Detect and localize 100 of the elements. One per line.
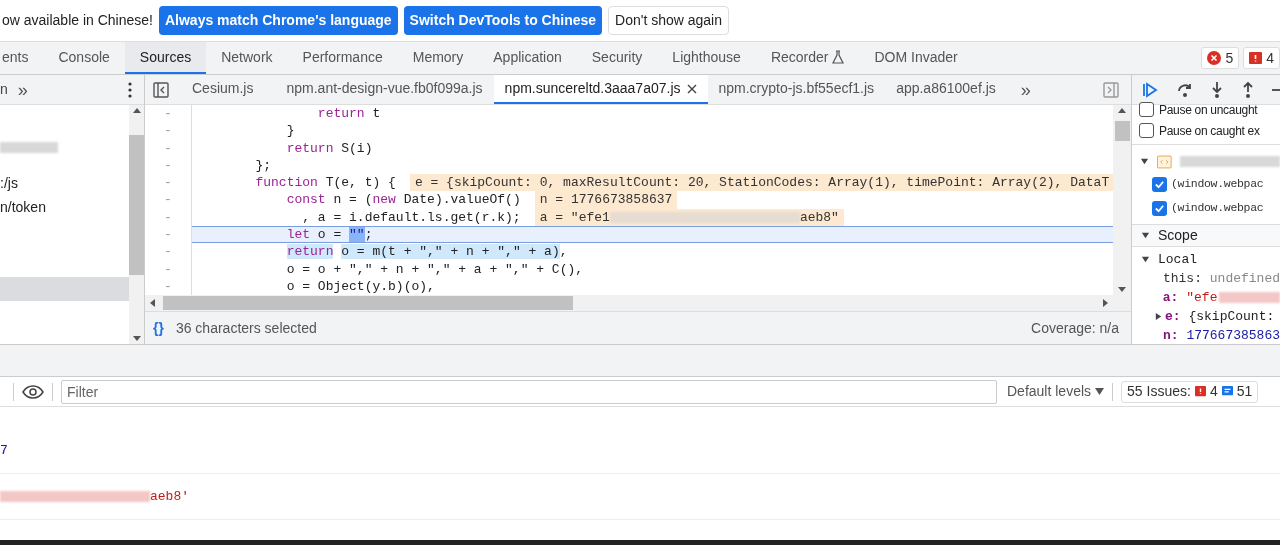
error-icon (1207, 51, 1222, 65)
code-line: o = Object(y.b)(o), (285, 277, 435, 295)
scroll-left-icon[interactable] (149, 299, 157, 307)
checkbox[interactable] (1152, 176, 1167, 192)
scrollbar-thumb[interactable] (1114, 121, 1130, 141)
error-counter[interactable]: 5 (1201, 47, 1240, 69)
step-over-icon[interactable] (1177, 81, 1193, 98)
scrollbar-thumb[interactable] (129, 134, 144, 275)
panel-tab[interactable]: DOM Invader (859, 42, 973, 74)
line-gutter-mark: - (145, 226, 191, 244)
scroll-down-icon[interactable] (1118, 285, 1126, 293)
file-tab[interactable]: npm.suncereltd.3aaa7a07.js (493, 75, 708, 104)
code-line: return S(i) (285, 139, 373, 157)
expand-triangle-icon[interactable] (1141, 255, 1150, 264)
message-icon (1221, 386, 1233, 397)
checkbox[interactable] (1139, 123, 1154, 138)
inline-value: n = 1776673858637 (534, 191, 678, 209)
issues-button[interactable]: 55 Issues: 4 51 (1121, 380, 1259, 403)
panel-tab[interactable]: Network (206, 42, 288, 74)
banner-button[interactable]: Switch DevTools to Chinese (403, 6, 603, 35)
navigator-tab[interactable]: n (0, 79, 8, 100)
scrollbar-thumb[interactable] (163, 296, 573, 310)
flag-icon (1194, 386, 1206, 397)
code-line: const n = (new Date).valueOf() (285, 191, 521, 209)
vertical-scrollbar[interactable] (129, 105, 144, 344)
scope-variable: this: undefined (1162, 269, 1280, 288)
inline-value: a = "efe1 aeb8" (534, 208, 844, 227)
code-editor[interactable] (145, 105, 1113, 295)
banner-button[interactable]: Always match Chrome's language (159, 6, 398, 35)
panel-tab[interactable]: Sources (124, 42, 207, 74)
console-message: 7 (0, 441, 8, 460)
code-line: function T(e, t) { (254, 174, 396, 192)
line-gutter-mark: - (163, 174, 173, 192)
more-tabs-button[interactable]: » (1020, 80, 1031, 99)
line-gutter-mark: - (163, 122, 173, 140)
panel-tab[interactable]: Performance (287, 42, 398, 74)
filter-field[interactable]: Filter (61, 379, 997, 404)
checkmark-icon (1154, 202, 1165, 214)
issue-counter[interactable]: 4 (1243, 47, 1280, 69)
flag-icon (1249, 51, 1263, 65)
breakpoint-label: (window.webpac (1171, 200, 1264, 217)
scroll-up-icon[interactable] (132, 107, 141, 115)
scope-label[interactable]: Local (1158, 249, 1197, 270)
panel-tab[interactable]: Memory (397, 42, 479, 74)
more-tabs-button[interactable]: » (17, 80, 28, 99)
panel-tab[interactable]: ents (2, 42, 44, 74)
tree-item[interactable]: n/token (0, 195, 129, 219)
eye-icon[interactable] (22, 384, 44, 399)
coverage-status: Coverage: n/a (1031, 318, 1119, 338)
code-line: let o = ""; (285, 226, 373, 244)
console-message: aeb8' (150, 487, 189, 506)
sidebar-toggle-icon[interactable] (1103, 81, 1119, 98)
step-into-icon[interactable] (1210, 80, 1224, 99)
file-tab[interactable]: Cesium.js (183, 75, 276, 104)
line-gutter-mark: - (163, 243, 173, 261)
checkbox-label: Pause on uncaught (1159, 101, 1258, 119)
panel-tab[interactable]: Security (576, 42, 658, 74)
scroll-right-icon[interactable] (1101, 299, 1109, 307)
checkbox[interactable] (1152, 200, 1167, 216)
code-line: }; (254, 156, 272, 175)
caret-down-icon (1095, 388, 1105, 395)
checkbox-label: Pause on caught ex (1159, 122, 1260, 140)
pretty-print-button[interactable]: {} (153, 317, 164, 339)
checkmark-icon (1154, 178, 1165, 190)
tree-item[interactable]: :/js (0, 171, 129, 195)
file-tab[interactable]: npm.ant-design-vue.fb0f099a.js (275, 75, 494, 104)
panel-tab[interactable]: Application (478, 42, 577, 74)
expand-triangle-icon[interactable] (1141, 231, 1150, 240)
file-icon (1157, 154, 1172, 169)
panel-tab[interactable]: Recorder (755, 42, 860, 74)
sidebar-toggle-icon[interactable] (153, 81, 169, 98)
resume-icon[interactable] (1142, 81, 1160, 98)
file-tab[interactable]: npm.crypto-js.bf55ecf1.js (707, 75, 886, 104)
levels-dropdown[interactable]: Default levels (1007, 381, 1105, 402)
line-gutter-mark: - (163, 156, 173, 175)
code-line: return t (316, 105, 381, 123)
checkbox[interactable] (1139, 102, 1154, 117)
close-icon[interactable] (686, 83, 697, 94)
panel-tab[interactable]: Console (43, 42, 125, 74)
code-line: o = o + "," + n + "," + a + "," + C(), (285, 260, 584, 278)
line-gutter-mark: - (163, 260, 173, 278)
breakpoint-label: (window.webpac (1171, 176, 1264, 193)
code-line: , a = i.default.ls.get(r.k); (301, 208, 521, 227)
line-gutter-mark: - (163, 208, 173, 227)
inline-value: e = {skipCount: 0, maxResultCount: 20, StationCodes: Array(1), timePoint: Array(2), DataT (409, 174, 1113, 192)
line-gutter-mark: - (163, 139, 173, 157)
more-options-icon[interactable] (128, 81, 132, 98)
scroll-up-icon[interactable] (1118, 107, 1126, 115)
horizontal-scrollbar[interactable] (145, 295, 1131, 311)
file-tab[interactable]: app.a86100ef.js (885, 75, 1007, 104)
collapse-triangle-icon[interactable] (1154, 312, 1163, 321)
code-line: } (285, 122, 295, 140)
scroll-down-icon[interactable] (132, 334, 141, 342)
vertical-scrollbar[interactable] (1113, 105, 1131, 295)
banner-button[interactable]: Don't show again (608, 6, 729, 35)
expand-triangle-icon[interactable] (1140, 157, 1149, 166)
scope-variable: n: 177667385863 (1162, 326, 1280, 344)
step-out-icon[interactable] (1241, 80, 1255, 99)
banner-message: ow available in Chinese! (2, 11, 153, 30)
panel-tab[interactable]: Lighthouse (657, 42, 756, 74)
